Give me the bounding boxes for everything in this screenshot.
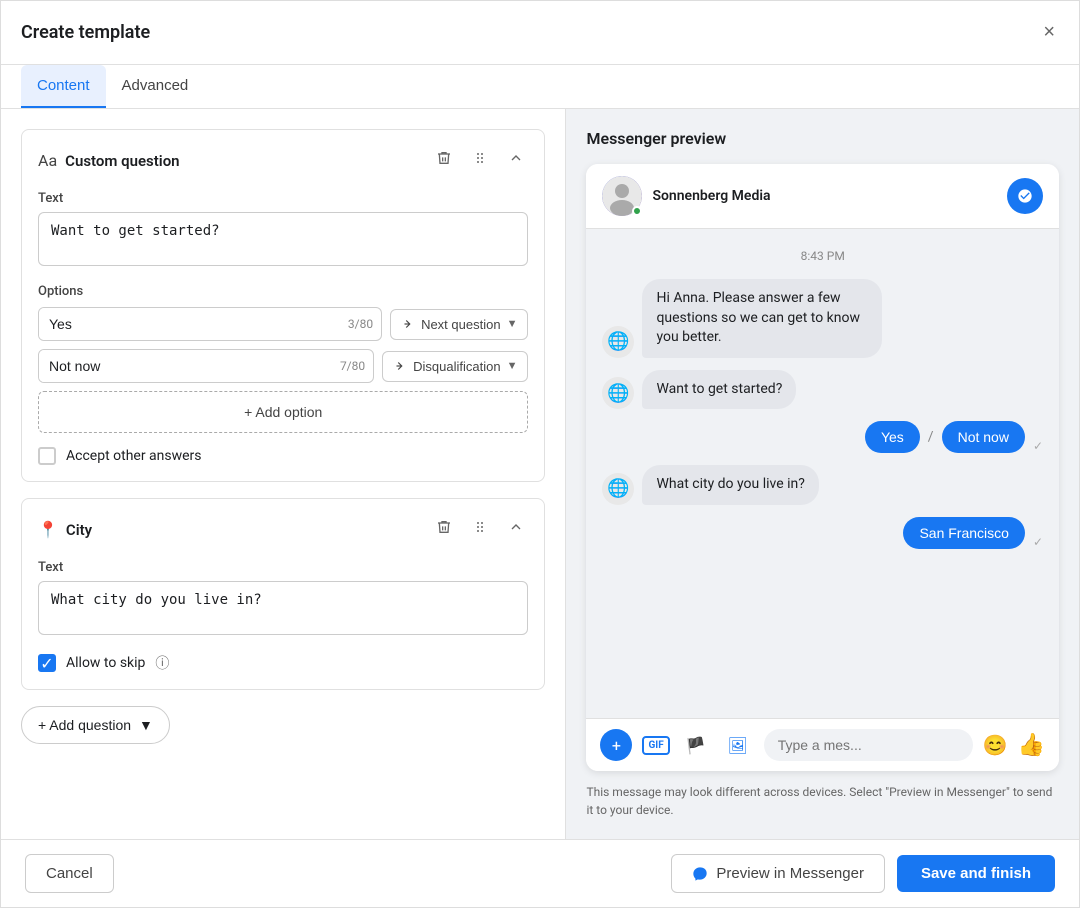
messenger-window: Sonnenberg Media 8:43 PM 🌐 Hi Anna. Plea…	[586, 164, 1059, 771]
allow-skip-label: Allow to skip	[66, 655, 145, 671]
bot-avatar-1: 🌐	[602, 326, 634, 358]
bot-avatar-2: 🌐	[602, 377, 634, 409]
allow-skip-row: ✓ Allow to skip ⓘ	[38, 653, 528, 673]
delete-question-button[interactable]	[432, 146, 456, 175]
drag-handle-city-button[interactable]	[468, 515, 492, 544]
modal-title: Create template	[21, 22, 150, 43]
delete-city-button[interactable]	[432, 515, 456, 544]
quick-replies: Yes / Not now ✓	[602, 421, 1043, 453]
option-2-action[interactable]: Disqualification ▼	[382, 351, 528, 382]
right-panel: Messenger preview Sonnenberg Media	[566, 109, 1079, 839]
q2-bubble: What city do you live in?	[642, 465, 818, 505]
add-option-button[interactable]: + Add option	[38, 391, 528, 433]
messenger-messages: 8:43 PM 🌐 Hi Anna. Please answer a few q…	[586, 229, 1059, 718]
seen-icon-2: ✓	[1033, 535, 1043, 549]
bot-avatar-3: 🌐	[602, 473, 634, 505]
options-label: Options	[38, 284, 528, 299]
gif-button[interactable]: GIF	[642, 736, 669, 755]
q1-message-row: 🌐 Want to get started?	[602, 370, 1043, 410]
tab-advanced[interactable]: Advanced	[106, 65, 205, 108]
add-question-arrow: ▼	[139, 717, 153, 733]
allow-skip-checkbox[interactable]: ✓	[38, 654, 56, 672]
accept-answers-checkbox[interactable]	[38, 447, 56, 465]
q2-answer-row: San Francisco ✓	[602, 517, 1043, 549]
left-panel: Aa Custom question	[1, 109, 566, 839]
q1-bubble: Want to get started?	[642, 370, 796, 410]
messenger-input-area: + GIF 🏴 🖼 😊 👍	[586, 718, 1059, 771]
city-question-card: 📍 City Text	[21, 498, 545, 690]
accept-answers-label: Accept other answers	[66, 448, 202, 464]
option-2-dropdown-arrow: ▼	[507, 360, 518, 372]
city-icon: 📍	[38, 520, 58, 539]
seen-icon: ✓	[1033, 439, 1043, 453]
modal-footer: Cancel Preview in Messenger Save and fin…	[1, 839, 1079, 907]
san-francisco-button[interactable]: San Francisco	[903, 517, 1024, 549]
custom-question-title: Custom question	[65, 152, 179, 170]
like-button[interactable]: 👍	[1018, 733, 1045, 758]
option-1-input[interactable]	[39, 308, 340, 340]
message-timestamp: 8:43 PM	[602, 249, 1043, 263]
online-indicator	[632, 206, 642, 216]
text-field-label: Text	[38, 191, 528, 206]
custom-question-icon: Aa	[38, 151, 57, 170]
tab-content[interactable]: Content	[21, 65, 106, 108]
add-icon[interactable]: +	[600, 729, 632, 761]
city-text-input[interactable]: What city do you live in?	[38, 581, 528, 635]
info-icon: ⓘ	[155, 653, 169, 673]
option-2-input[interactable]	[39, 350, 332, 382]
drag-handle-button[interactable]	[468, 146, 492, 175]
option-1-action-label: Next question	[421, 317, 501, 332]
option-1-action[interactable]: Next question ▼	[390, 309, 528, 340]
emoji-button[interactable]: 😊	[983, 733, 1008, 757]
custom-question-card: Aa Custom question	[21, 129, 545, 482]
preview-messenger-label: Preview in Messenger	[716, 865, 864, 882]
preview-note: This message may look different across d…	[586, 783, 1059, 819]
yes-button[interactable]: Yes	[865, 421, 920, 453]
reply-separator: /	[928, 429, 934, 445]
image-icon[interactable]: 🖼	[722, 729, 754, 761]
sticker-icon[interactable]: 🏴	[680, 729, 712, 761]
intro-bubble: Hi Anna. Please answer a few questions s…	[642, 279, 882, 358]
city-text-label: Text	[38, 560, 528, 575]
option-2-count: 7/80	[332, 359, 373, 373]
preview-title: Messenger preview	[586, 129, 1059, 148]
accept-answers-row: Accept other answers	[38, 447, 528, 465]
close-button[interactable]: ×	[1039, 17, 1059, 48]
option-2-action-label: Disqualification	[413, 359, 500, 374]
question-text-input[interactable]	[38, 212, 528, 266]
option-1-dropdown-arrow: ▼	[507, 318, 518, 330]
cancel-button[interactable]: Cancel	[25, 854, 114, 893]
q2-message-row: 🌐 What city do you live in?	[602, 465, 1043, 505]
profile-name: Sonnenberg Media	[652, 188, 770, 204]
messenger-header: Sonnenberg Media	[586, 164, 1059, 229]
messenger-text-input[interactable]	[764, 729, 973, 761]
add-question-label: + Add question	[38, 717, 131, 733]
save-finish-button[interactable]: Save and finish	[897, 855, 1055, 892]
option-1-count: 3/80	[340, 317, 381, 331]
city-title: City	[66, 521, 92, 539]
option-row-1: 3/80 Next question ▼	[38, 307, 528, 341]
messenger-action-button[interactable]	[1007, 178, 1043, 214]
collapse-city-button[interactable]	[504, 515, 528, 544]
preview-messenger-button[interactable]: Preview in Messenger	[671, 854, 885, 893]
not-now-button[interactable]: Not now	[942, 421, 1025, 453]
intro-message-row: 🌐 Hi Anna. Please answer a few questions…	[602, 279, 1043, 358]
option-row-2: 7/80 Disqualification ▼	[38, 349, 528, 383]
tab-bar: Content Advanced	[1, 65, 1079, 109]
collapse-button[interactable]	[504, 146, 528, 175]
add-question-button[interactable]: + Add question ▼	[21, 706, 170, 744]
